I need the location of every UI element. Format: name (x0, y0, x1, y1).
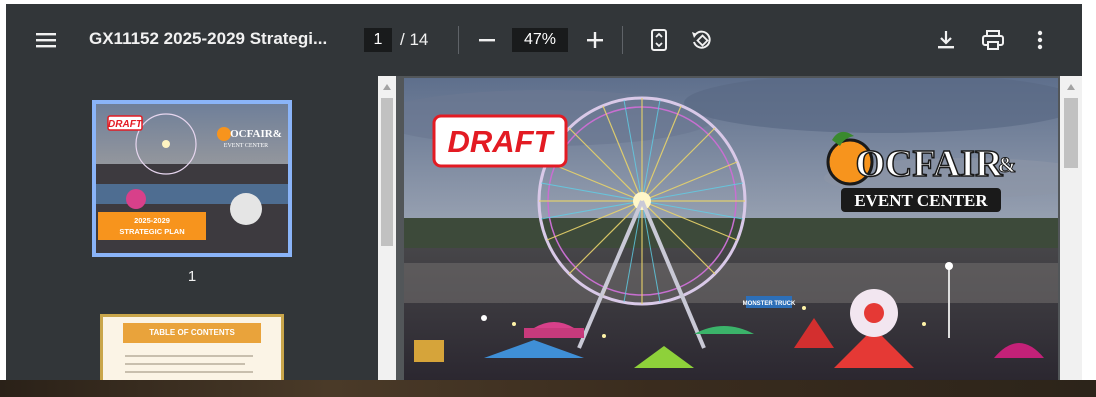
zoom-in-icon[interactable] (581, 26, 609, 54)
draft-stamp: DRAFT (432, 114, 568, 168)
logo-amp: & (998, 152, 1016, 177)
scroll-up-arrow-icon[interactable] (383, 84, 391, 90)
toolbar: GX11152 2025-2029 Strategi... 1 / 14 47% (6, 4, 1082, 76)
sidebar-scrollbar[interactable] (378, 76, 396, 381)
toolbar-divider (622, 26, 623, 54)
thumb-banner-line2: STRATEGIC PLAN (119, 227, 184, 236)
thumbnail-sidebar: DRAFT OCFAIR& EVENT CENTER 2025-2029 STR… (6, 76, 378, 381)
thumb-draft-text: DRAFT (108, 119, 143, 130)
desktop-background-strip (0, 380, 1096, 397)
page-total: / 14 (400, 30, 429, 49)
print-icon[interactable] (978, 26, 1008, 54)
scroll-up-arrow-icon[interactable] (1067, 84, 1075, 90)
rotate-icon[interactable] (687, 26, 717, 54)
page-cover-image: MONSTER TRUCK DRAFT OCFAIR & EVENT CENTE… (404, 78, 1058, 381)
page-thumbnail-1[interactable]: DRAFT OCFAIR& EVENT CENTER 2025-2029 STR… (92, 100, 292, 257)
more-options-icon[interactable] (1026, 26, 1054, 54)
page-scrollbar-thumb[interactable] (1064, 98, 1078, 168)
zoom-input[interactable]: 47% (512, 28, 568, 52)
thumb-toc-line (125, 363, 245, 365)
menu-icon[interactable] (32, 26, 60, 54)
thumbnail-image: DRAFT OCFAIR& EVENT CENTER 2025-2029 STR… (96, 104, 288, 253)
page-number-input[interactable]: 1 (364, 28, 392, 52)
document-title: GX11152 2025-2029 Strategi... (89, 29, 328, 48)
monster-truck-sign: MONSTER TRUCK (743, 301, 796, 307)
oc-fair-logo: OCFAIR & EVENT CENTER (826, 131, 1017, 212)
thumb-logo-sub: EVENT CENTER (224, 143, 268, 149)
thumb-banner-line1: 2025-2029 (134, 216, 170, 225)
logo-main-text: OCFAIR (855, 143, 1003, 185)
page-thumbnail-2[interactable]: TABLE OF CONTENTS (100, 314, 284, 381)
thumb-toc-heading: TABLE OF CONTENTS (123, 323, 261, 343)
page-scrollbar[interactable] (1060, 76, 1082, 381)
thumb-toc-line (125, 355, 253, 357)
thumbnail-label: 1 (187, 268, 197, 285)
thumb-logo: OCFAIR& (230, 128, 282, 140)
download-icon[interactable] (932, 26, 960, 54)
draft-text: DRAFT (447, 124, 555, 159)
logo-sub-text: EVENT CENTER (854, 191, 988, 210)
zoom-out-icon[interactable] (473, 26, 501, 54)
page-view: MONSTER TRUCK DRAFT OCFAIR & EVENT CENTE… (404, 78, 1058, 381)
fit-page-icon[interactable] (645, 26, 673, 54)
thumb-toc-line (125, 371, 253, 373)
toolbar-divider (458, 26, 459, 54)
sidebar-scrollbar-thumb[interactable] (381, 98, 393, 246)
pdf-viewer: GX11152 2025-2029 Strategi... 1 / 14 47% (6, 4, 1082, 381)
